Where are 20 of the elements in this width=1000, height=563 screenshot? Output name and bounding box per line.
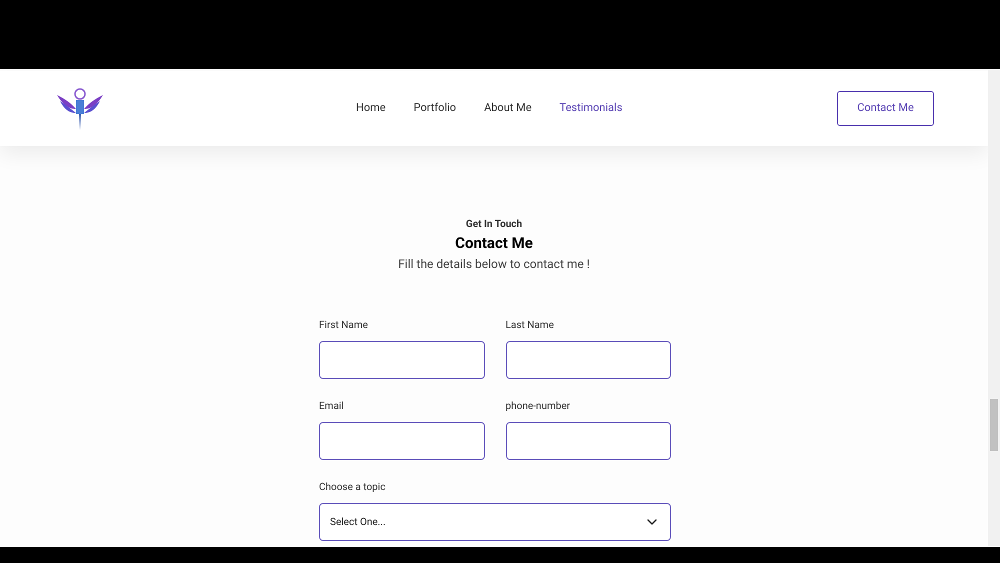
field-label: First Name bbox=[319, 319, 369, 333]
nav-link[interactable]: Portfolio bbox=[414, 100, 456, 117]
input-field[interactable] bbox=[319, 422, 484, 460]
section-title: Contact Me bbox=[455, 233, 533, 254]
scrollbar[interactable] bbox=[988, 69, 1000, 547]
nav-link[interactable]: About Me bbox=[484, 100, 532, 117]
section-subtitle: Fill the details below to contact me ! bbox=[398, 256, 590, 273]
input-field[interactable] bbox=[506, 341, 671, 379]
field-label: phone-number bbox=[506, 400, 572, 414]
section-eyebrow: Get In Touch bbox=[466, 218, 522, 231]
field-label: Email bbox=[319, 400, 345, 414]
topic-select[interactable]: Select One... bbox=[319, 503, 671, 541]
field-label: Last Name bbox=[506, 319, 555, 333]
nav-link[interactable]: Testimonials bbox=[560, 100, 622, 117]
input-field[interactable] bbox=[506, 422, 671, 460]
scrollbar-thumb[interactable] bbox=[990, 399, 998, 451]
contact-me-button[interactable]: Contact Me bbox=[837, 91, 934, 126]
field-label: Choose a topic bbox=[319, 481, 386, 495]
input-field[interactable] bbox=[319, 341, 484, 379]
nav-link[interactable]: Home bbox=[356, 100, 386, 117]
